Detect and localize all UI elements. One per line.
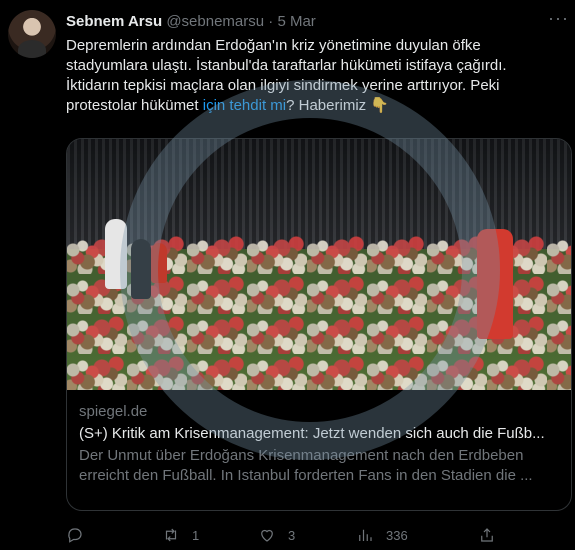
card-description: Der Unmut über Erdoğans Krisenmanagement… <box>79 447 533 484</box>
tweet[interactable]: Sebnem Arsu @sebnemarsu · 5 Mar ··· Depr… <box>0 0 575 550</box>
share-button[interactable] <box>478 524 496 546</box>
tweet-date[interactable]: 5 Mar <box>277 13 315 30</box>
player-figure <box>105 219 127 289</box>
retweet-button[interactable]: 1 <box>162 524 199 546</box>
player-figure <box>477 229 513 339</box>
tweet-text-end: ? Haberimiz 👇 <box>286 97 389 114</box>
like-button[interactable]: 3 <box>258 524 295 546</box>
author-handle[interactable]: @sebnemarsu <box>166 13 264 30</box>
share-icon <box>481 528 493 542</box>
heart-icon <box>261 529 273 542</box>
like-count: 3 <box>288 527 296 543</box>
author-name[interactable]: Sebnem Arsu <box>66 13 162 30</box>
avatar[interactable] <box>8 10 56 58</box>
link-card[interactable]: spiegel.de (S+) Kritik am Krisenmanageme… <box>66 138 572 511</box>
card-meta[interactable]: spiegel.de (S+) Kritik am Krisenmanageme… <box>67 390 571 510</box>
more-options-icon[interactable]: ··· <box>548 8 569 29</box>
views-icon <box>359 529 372 541</box>
action-bar: 1 3 336 <box>66 524 556 546</box>
retweet-count: 1 <box>192 527 200 543</box>
card-title[interactable]: (S+) Kritik am Krisenmanagement: Jetzt w… <box>79 424 559 444</box>
player-figure <box>131 239 151 299</box>
tweet-text: Depremlerin ardından Erdoğan'ın kriz yön… <box>66 36 556 116</box>
tweet-text-link[interactable]: için tehdit mi <box>199 97 286 114</box>
tweet-header: Sebnem Arsu @sebnemarsu · 5 Mar <box>66 12 555 32</box>
views-count: 336 <box>386 527 408 543</box>
player-figure <box>151 243 167 283</box>
separator: · <box>268 13 274 30</box>
retweet-icon <box>165 528 177 542</box>
reply-icon <box>68 528 82 543</box>
card-domain: spiegel.de <box>79 403 148 420</box>
card-image[interactable] <box>67 139 571 390</box>
views-button[interactable]: 336 <box>356 524 408 546</box>
reply-button[interactable] <box>66 524 96 546</box>
